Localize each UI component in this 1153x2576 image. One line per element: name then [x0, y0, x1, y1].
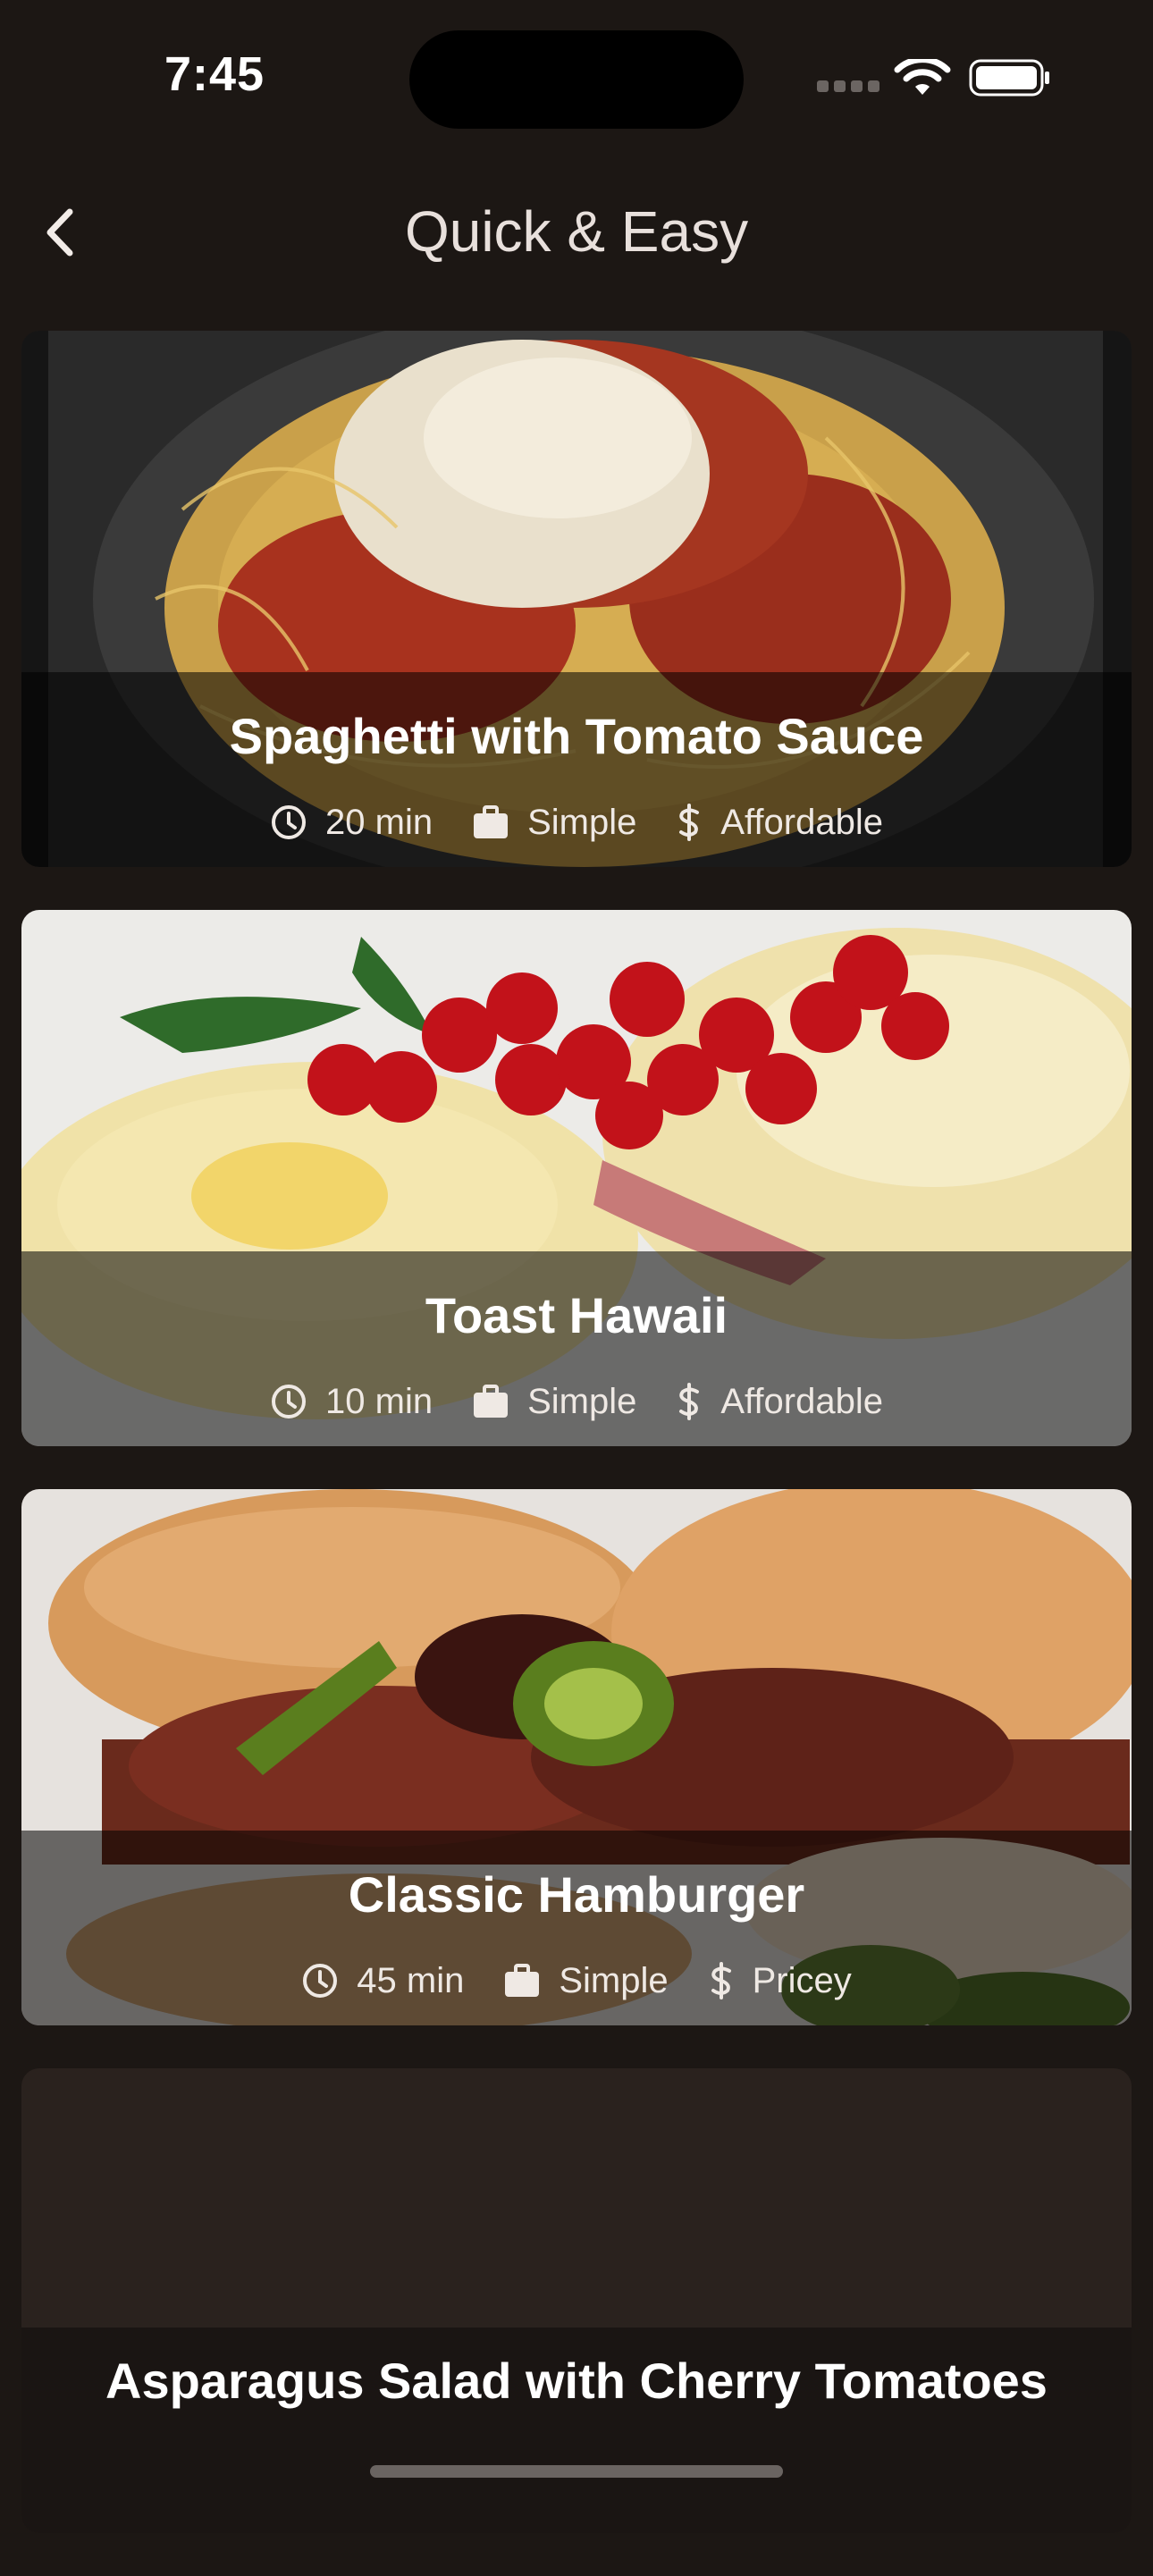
meal-card[interactable]: Asparagus Salad with Cherry Tomatoes [21, 2068, 1132, 2533]
duration-label: 45 min [357, 1960, 465, 2000]
complexity-info: Simple [503, 1960, 669, 2001]
duration-label: 20 min [325, 802, 433, 842]
status-bar: 7:45 [0, 0, 1153, 152]
affordability-label: Affordable [720, 802, 883, 842]
meal-list: Spaghetti with Tomato Sauce 20 min Simpl… [21, 331, 1132, 2576]
briefcase-icon [505, 1964, 540, 1997]
briefcase-icon [474, 1385, 509, 1418]
duration-label: 10 min [325, 1381, 433, 1421]
dynamic-island [409, 30, 744, 129]
wifi-icon [894, 59, 951, 95]
complexity-info: Simple [472, 1382, 636, 1422]
complexity-label: Simple [559, 1960, 669, 2000]
meal-meta: 20 min Simple Affordable [21, 799, 1132, 846]
clock-icon [272, 805, 307, 839]
briefcase-icon [474, 805, 509, 838]
affordability-info: Pricey [708, 1961, 852, 2001]
meal-card[interactable]: Toast Hawaii 10 min Simple Affordable [21, 910, 1132, 1446]
meal-title: Toast Hawaii [425, 1287, 728, 1343]
cellular-signal-icon [817, 80, 879, 93]
dollar-icon [711, 1962, 731, 1999]
clock-icon [303, 1964, 338, 1998]
battery-icon [969, 59, 1049, 97]
affordability-label: Affordable [720, 1381, 883, 1421]
meal-meta: 45 min Simple Pricey [21, 1957, 1132, 2004]
meal-meta: 10 min Simple Affordable [21, 1378, 1132, 1425]
meal-card[interactable]: Spaghetti with Tomato Sauce 20 min Simpl… [21, 331, 1132, 867]
affordability-label: Pricey [752, 1960, 852, 2000]
navigation-bar: Quick & Easy [0, 179, 1153, 286]
duration-info: 45 min [301, 1961, 464, 2001]
duration-info: 20 min [270, 803, 433, 843]
complexity-label: Simple [527, 1381, 637, 1421]
meal-title: Classic Hamburger [348, 1866, 805, 1923]
dollar-icon [679, 804, 700, 841]
dollar-icon [679, 1383, 700, 1420]
affordability-info: Affordable [676, 1382, 883, 1422]
status-time: 7:45 [164, 47, 265, 101]
meal-info-overlay: Asparagus Salad with Cherry Tomatoes [21, 2328, 1132, 2533]
meal-info-overlay: Classic Hamburger 45 min Simple Pricey [21, 1831, 1132, 2025]
meal-title: Spaghetti with Tomato Sauce [229, 708, 924, 764]
meal-title: Asparagus Salad with Cherry Tomatoes [105, 2353, 1048, 2409]
meal-info-overlay: Toast Hawaii 10 min Simple Affordable [21, 1251, 1132, 1446]
complexity-info: Simple [472, 803, 636, 843]
page-title: Quick & Easy [404, 199, 749, 264]
affordability-info: Affordable [676, 803, 883, 843]
duration-info: 10 min [270, 1382, 433, 1422]
home-indicator[interactable] [370, 2465, 783, 2478]
meal-info-overlay: Spaghetti with Tomato Sauce 20 min Simpl… [21, 672, 1132, 867]
complexity-label: Simple [527, 802, 637, 842]
meal-card[interactable]: Classic Hamburger 45 min Simple Pricey [21, 1489, 1132, 2025]
clock-icon [272, 1385, 307, 1418]
